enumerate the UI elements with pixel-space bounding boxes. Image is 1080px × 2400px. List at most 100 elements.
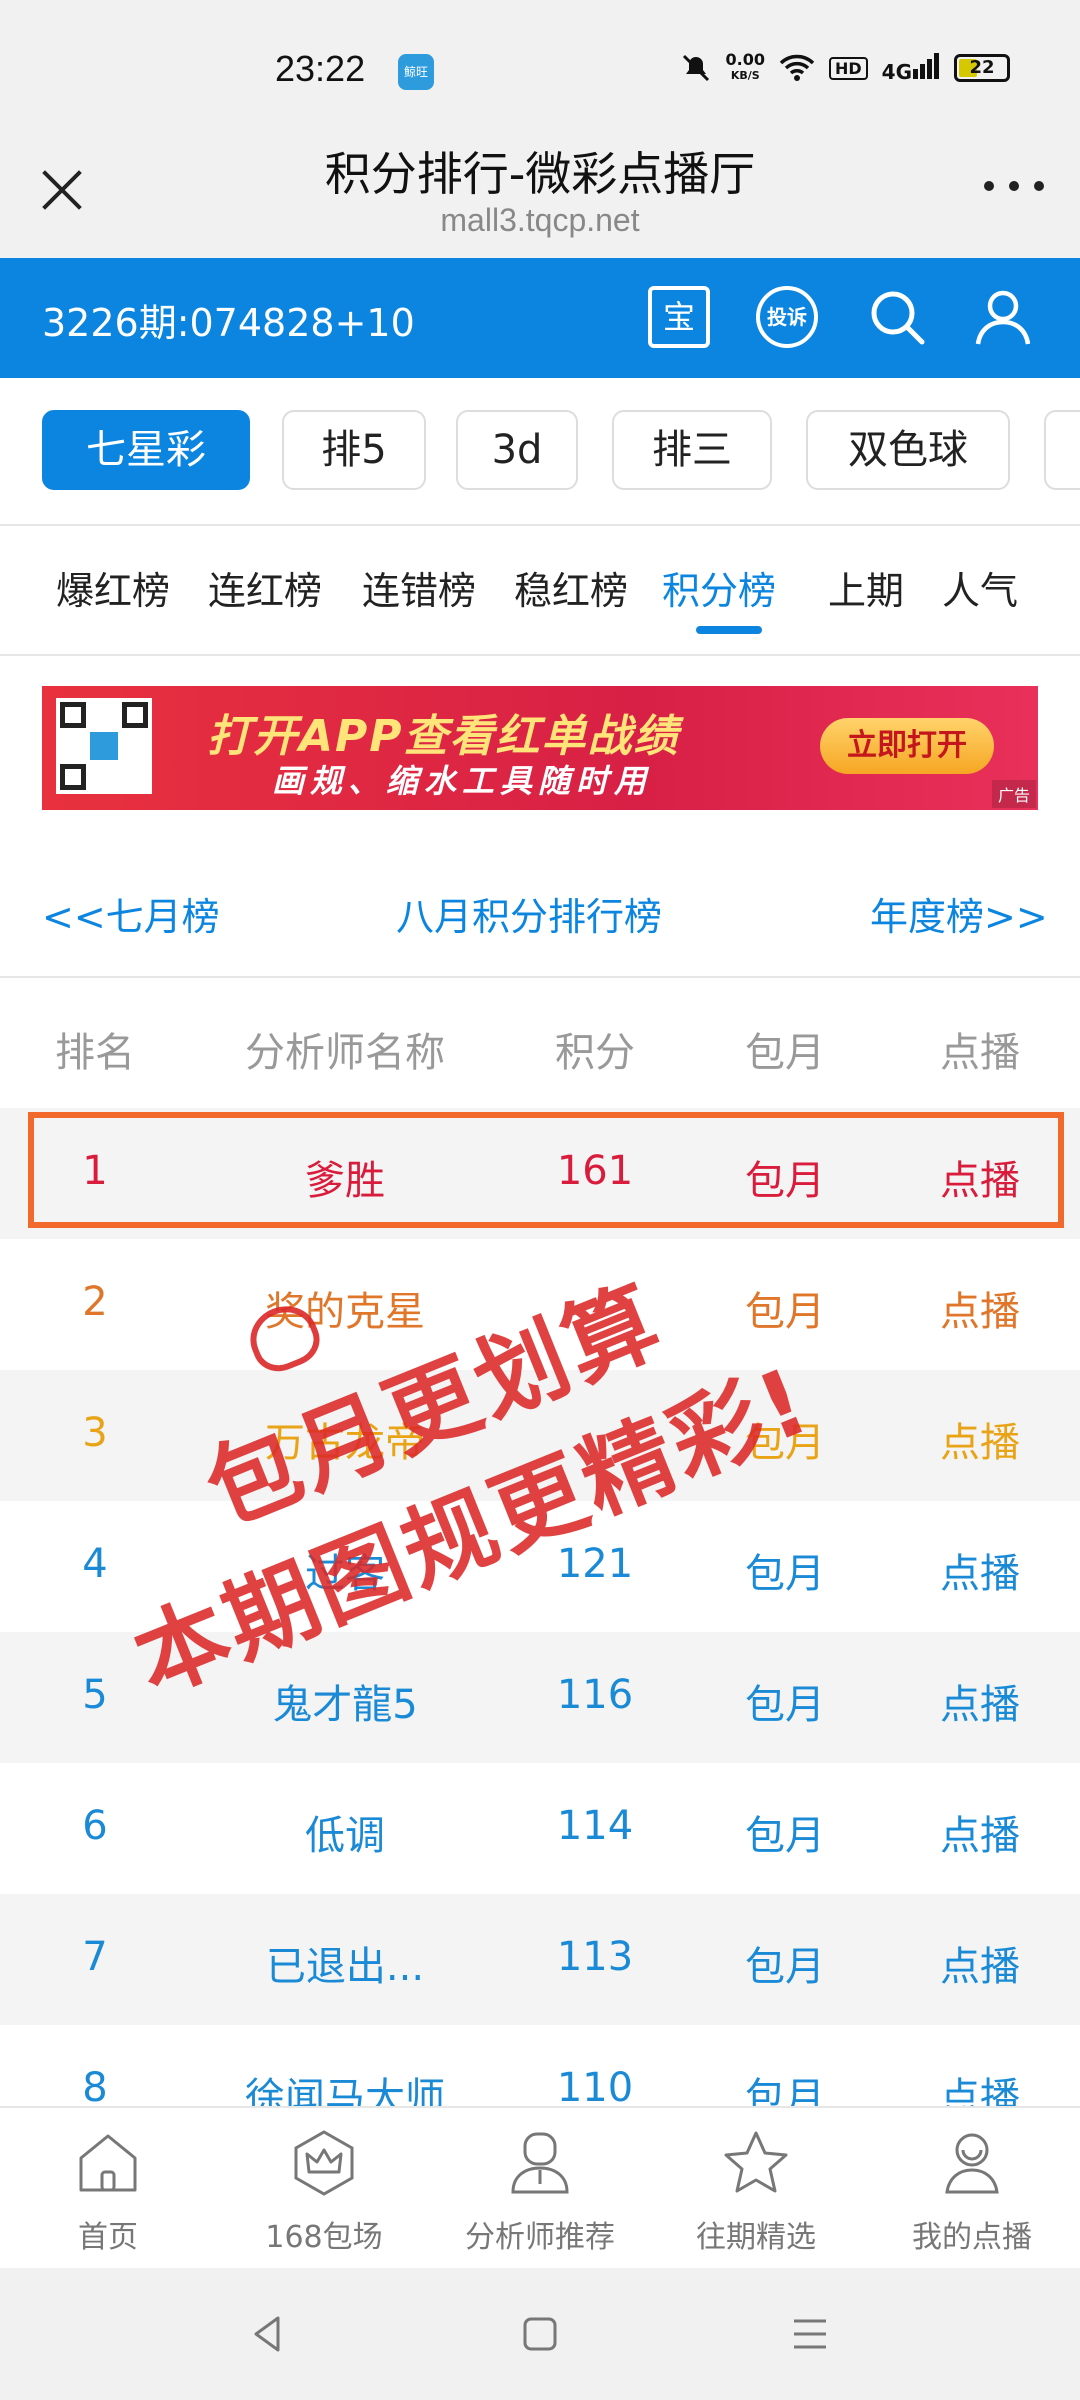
row-analyst-name[interactable]: 低调	[160, 1803, 530, 1861]
tab-baohong[interactable]: 爆红榜	[56, 560, 170, 615]
nav-history[interactable]: 往期精选	[656, 2128, 856, 2256]
table-row: 4 过客 121 包月 点播	[0, 1501, 1080, 1632]
row-analyst-name[interactable]: 过客	[160, 1541, 530, 1599]
row-ondemand-link[interactable]: 点播	[880, 2065, 1080, 2106]
row-analyst-name[interactable]: 徐闻马大师	[160, 2065, 530, 2106]
tab-liancuo[interactable]: 连错榜	[362, 560, 476, 615]
row-monthly-link[interactable]: 包月	[685, 1672, 885, 1730]
title-bar: 积分排行-微彩点播厅 mall3.tqcp.net	[0, 130, 1080, 258]
table-header: 排名 分析师名称 积分 包月 点播	[0, 978, 1080, 1108]
row-score: 121	[556, 1541, 634, 1587]
wifi-icon	[779, 54, 815, 81]
header-ondemand: 点播	[940, 1030, 1020, 1076]
table-row: 8 徐闻马大师 110 包月 点播	[0, 2025, 1080, 2106]
qr-code-icon	[56, 698, 152, 794]
tab-qixingcai[interactable]: 七星彩	[42, 410, 250, 490]
row-ondemand-link[interactable]: 点播	[880, 1934, 1080, 1992]
profile-icon	[945, 2133, 999, 2194]
tab-jifen[interactable]: 积分榜	[662, 560, 776, 615]
network-speed: 0.00 KB/S	[725, 50, 765, 83]
row-score: 116	[556, 1672, 634, 1718]
first-row-highlight-frame	[28, 1112, 1064, 1228]
header-bar: 3226期:074828+10 宝 投诉	[0, 258, 1080, 378]
ad-banner[interactable]: 打开APP查看红单战绩 画规、缩水工具随时用 立即打开 广告	[42, 686, 1038, 810]
status-bar: 23:22 鲸旺 0.00 KB/S HD 4G 22	[0, 0, 1080, 130]
table-row: 2 奖的克星 包月 点播	[0, 1239, 1080, 1370]
tab-more-lottery[interactable]	[1044, 410, 1080, 490]
table-row: 3 万古龙帝 包月 点播	[0, 1370, 1080, 1501]
row-rank: 2	[82, 1279, 108, 1325]
battery-icon: 22	[954, 54, 1010, 82]
row-analyst-name[interactable]: 万古龙帝	[160, 1410, 530, 1468]
nav-my-ondemand[interactable]: 我的点播	[872, 2128, 1072, 2256]
tab-paisan[interactable]: 排三	[612, 410, 772, 490]
tab-shuangseqiu[interactable]: 双色球	[806, 410, 1010, 490]
star-icon	[724, 2131, 788, 2193]
row-monthly-link[interactable]: 包月	[685, 1410, 885, 1468]
more-options-icon[interactable]	[984, 174, 1044, 198]
row-rank: 4	[82, 1541, 108, 1587]
row-ondemand-link[interactable]: 点播	[880, 1672, 1080, 1730]
table-row: 6 低调 114 包月 点播	[0, 1763, 1080, 1894]
tab-renqi[interactable]: 人气	[942, 560, 1018, 615]
tab-wenhong[interactable]: 稳红榜	[514, 560, 628, 615]
row-monthly-link[interactable]: 包月	[685, 1279, 885, 1337]
ad-subline: 画规、缩水工具随时用	[272, 762, 653, 800]
nav-analyst[interactable]: 分析师推荐	[440, 2128, 640, 2256]
row-monthly-link[interactable]: 包月	[685, 1803, 885, 1861]
tab-lianhong[interactable]: 连红榜	[208, 560, 322, 615]
mute-icon	[682, 54, 709, 82]
hd-badge: HD	[828, 56, 868, 80]
complaint-button[interactable]: 投诉	[756, 286, 818, 348]
row-analyst-name[interactable]: 已退出...	[160, 1934, 530, 1992]
nav-168[interactable]: 168包场	[224, 2128, 424, 2256]
bottom-nav: 首页 168包场 分析师推荐 往期精选 我的点播	[0, 2106, 1080, 2270]
active-tab-indicator	[696, 626, 762, 634]
nav-analyst-label: 分析师推荐	[465, 2220, 615, 2255]
month-nav: <<七月榜 八月积分排行榜 年度榜>>	[0, 852, 1080, 978]
header-monthly: 包月	[745, 1030, 825, 1076]
row-analyst-name[interactable]: 鬼才龍5	[160, 1672, 530, 1730]
analyst-icon	[511, 2132, 569, 2194]
row-monthly-link[interactable]: 包月	[685, 1934, 885, 1992]
row-score: 110	[556, 2065, 634, 2106]
board-tabs: 爆红榜 连红榜 连错榜 稳红榜 积分榜 上期 人气	[0, 526, 1080, 656]
nav-history-label: 往期精选	[696, 2220, 816, 2255]
row-ondemand-link[interactable]: 点播	[880, 1410, 1080, 1468]
row-ondemand-link[interactable]: 点播	[880, 1541, 1080, 1599]
header-rank: 排名	[55, 1030, 135, 1076]
user-icon[interactable]	[972, 286, 1034, 348]
row-monthly-link[interactable]: 包月	[685, 1541, 885, 1599]
annual-board-link[interactable]: 年度榜>>	[870, 886, 1048, 941]
back-icon[interactable]	[246, 2312, 290, 2356]
signal-icon: 4G	[882, 52, 940, 84]
treasure-button[interactable]: 宝	[648, 286, 710, 348]
nav-home-label: 首页	[78, 2220, 138, 2255]
row-rank: 7	[82, 1934, 108, 1980]
open-app-button[interactable]: 立即打开	[820, 718, 994, 774]
row-rank: 3	[82, 1410, 108, 1456]
nav-168-label: 168包场	[265, 2220, 383, 2255]
nav-my-ondemand-label: 我的点播	[912, 2220, 1032, 2255]
home-button-icon[interactable]	[518, 2312, 562, 2356]
row-score: 113	[556, 1934, 634, 1980]
row-ondemand-link[interactable]: 点播	[880, 1803, 1080, 1861]
app-notification-icon: 鲸旺	[398, 54, 434, 90]
row-ondemand-link[interactable]: 点播	[880, 1279, 1080, 1337]
ad-tag: 广告	[991, 780, 1036, 808]
prev-month-link[interactable]: <<七月榜	[42, 886, 220, 941]
current-board-title: 八月积分排行榜	[396, 895, 663, 939]
tab-pai5[interactable]: 排5	[282, 410, 426, 490]
row-monthly-link[interactable]: 包月	[685, 2065, 885, 2106]
tab-3d[interactable]: 3d	[456, 410, 578, 490]
nav-home[interactable]: 首页	[8, 2128, 208, 2256]
status-icons: 0.00 KB/S HD 4G 22	[680, 46, 1010, 90]
row-analyst-name[interactable]: 奖的克星	[160, 1279, 530, 1337]
tab-shangqi[interactable]: 上期	[828, 560, 904, 615]
menu-icon[interactable]	[788, 2312, 832, 2356]
search-icon[interactable]	[866, 286, 928, 348]
page-url: mall3.tqcp.net	[440, 202, 640, 238]
header-name: 分析师名称	[245, 1030, 445, 1076]
ad-headline: 打开APP查看红单战绩	[207, 711, 680, 762]
system-nav-bar	[0, 2268, 1080, 2400]
